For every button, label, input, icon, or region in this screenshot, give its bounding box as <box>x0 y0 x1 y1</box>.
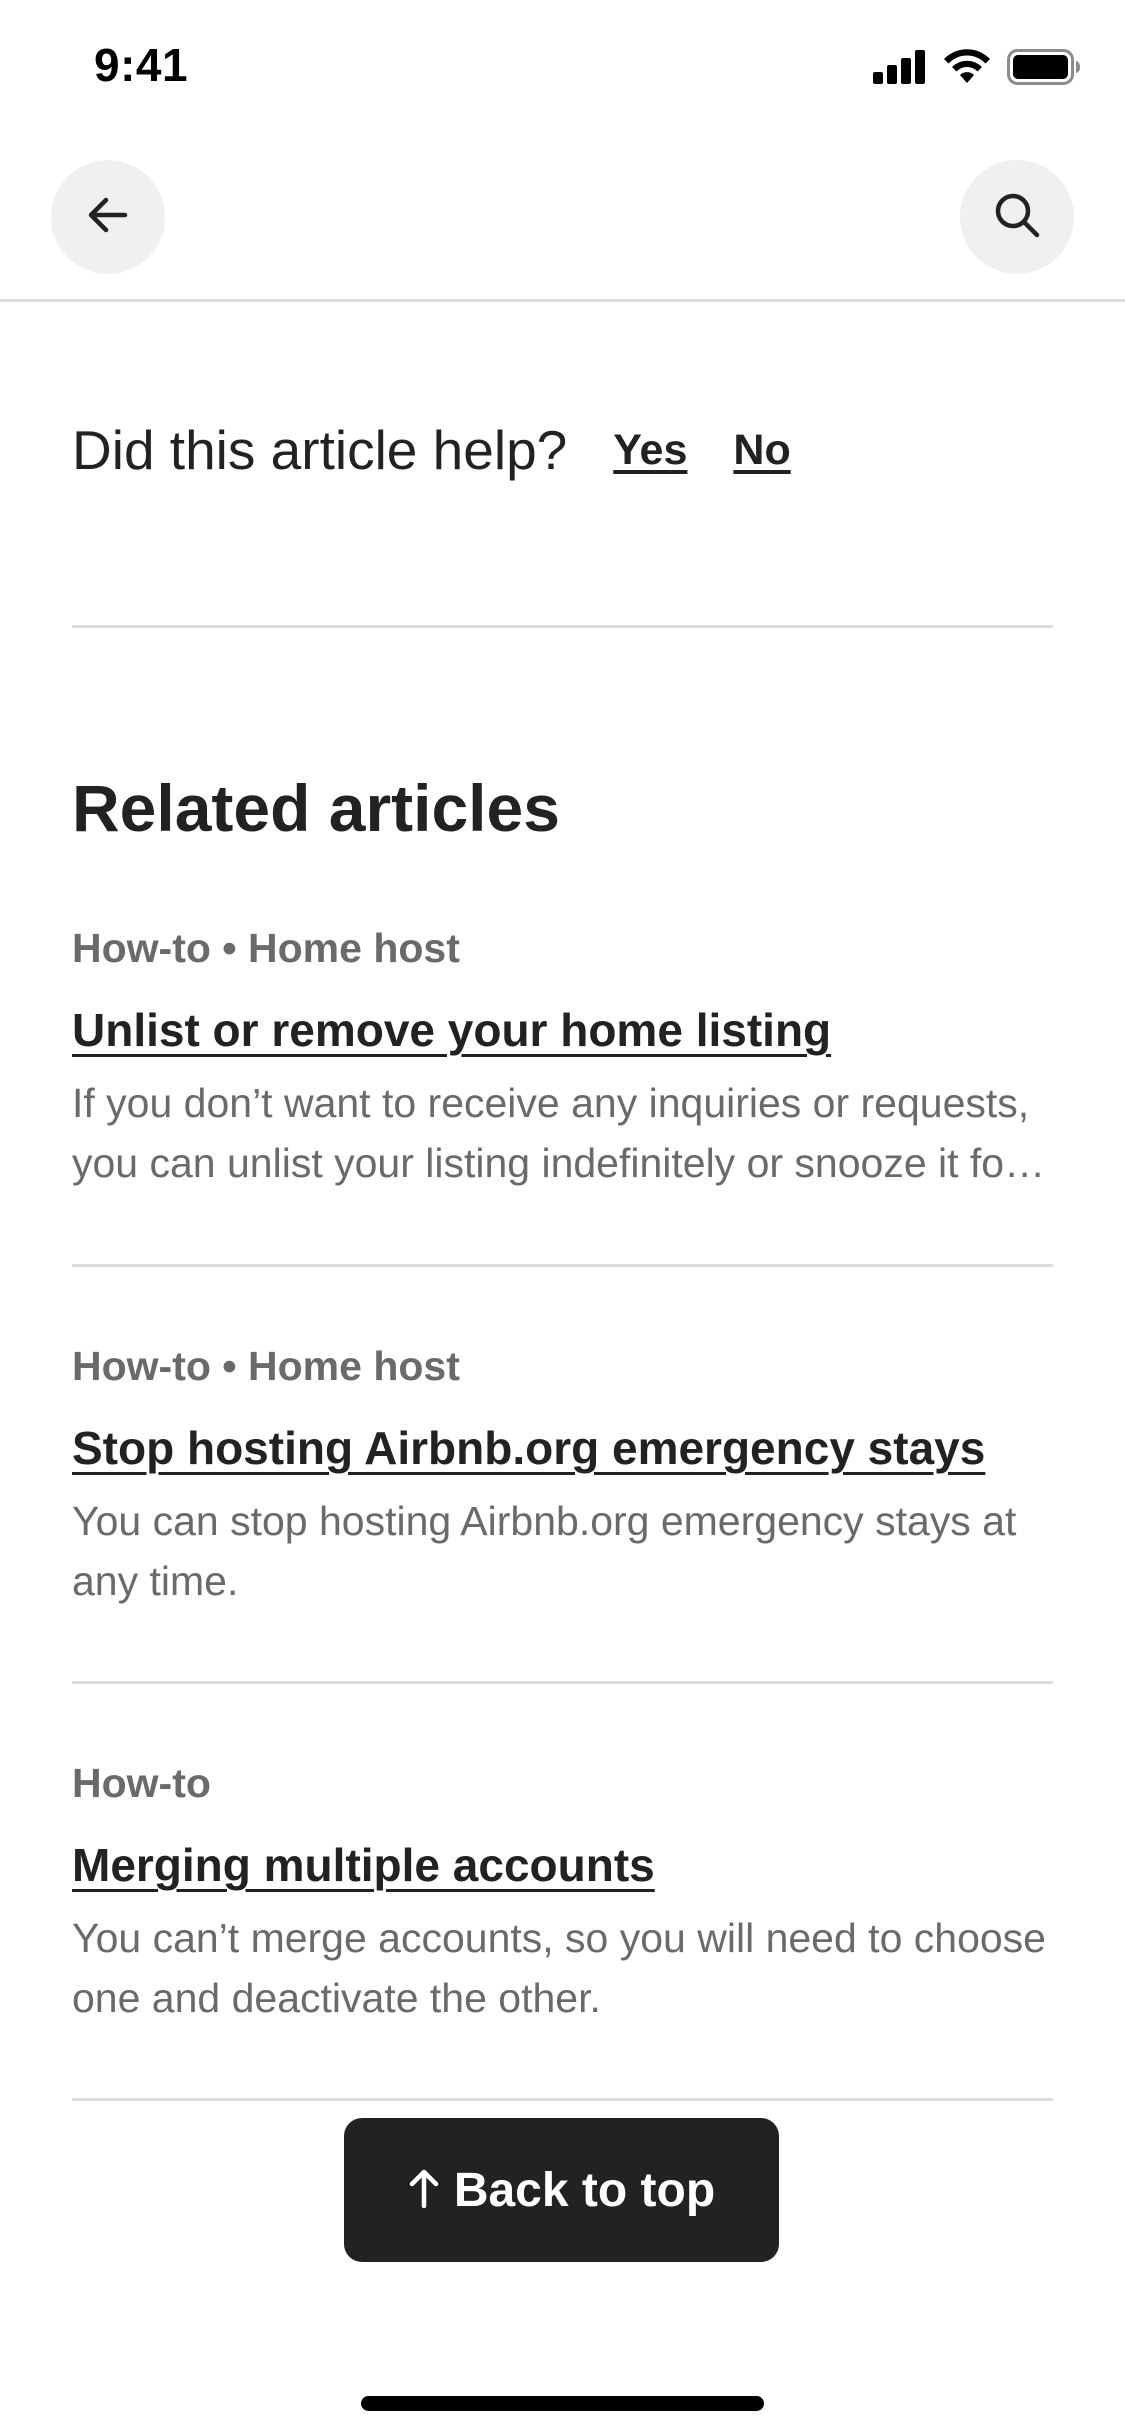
feedback-yes-link[interactable]: Yes <box>613 426 687 475</box>
status-bar: 9:41 <box>0 0 1125 140</box>
article-meta: How-to • Home host <box>72 1343 460 1389</box>
related-article-item: How-to Merging multiple accounts You can… <box>72 1758 1053 2028</box>
search-icon <box>993 191 1041 244</box>
status-time: 9:41 <box>94 39 189 91</box>
divider <box>72 2098 1053 2101</box>
article-description: You can’t merge accounts, so you will ne… <box>72 1915 1046 2021</box>
status-icons <box>873 48 1081 90</box>
search-button[interactable] <box>960 160 1074 274</box>
article-meta: How-to • Home host <box>72 925 460 971</box>
divider <box>72 625 1053 628</box>
feedback-no-link[interactable]: No <box>733 426 790 475</box>
back-button[interactable] <box>51 160 165 274</box>
article-description: You can stop hosting Airbnb.org emergenc… <box>72 1498 1017 1604</box>
home-indicator <box>361 2396 764 2411</box>
article-title-link[interactable]: Stop hosting Airbnb.org emergency stays <box>72 1419 985 1477</box>
article-description: If you don’t want to receive any inquiri… <box>72 1080 1052 1186</box>
article-feedback: Did this article help? Yes No <box>72 410 791 490</box>
back-to-top-button[interactable]: Back to top <box>344 2118 779 2262</box>
related-article-item: How-to • Home host Unlist or remove your… <box>72 923 1053 1193</box>
article-title-link[interactable]: Merging multiple accounts <box>72 1836 655 1894</box>
back-to-top-label: Back to top <box>453 2163 716 2217</box>
divider <box>72 1681 1053 1684</box>
related-articles-title: Related articles <box>72 771 560 845</box>
battery-icon <box>1007 48 1081 90</box>
related-article-item: How-to • Home host Stop hosting Airbnb.o… <box>72 1341 1053 1611</box>
article-meta: How-to <box>72 1760 211 1806</box>
article-title-link[interactable]: Unlist or remove your home listing <box>72 1001 831 1059</box>
arrow-left-icon <box>85 192 131 243</box>
cellular-signal-icon <box>873 49 927 89</box>
top-nav-bar <box>0 140 1125 302</box>
feedback-question: Did this article help? <box>72 419 568 481</box>
arrow-up-icon <box>408 2168 440 2213</box>
screen: 9:41 Did this article help? Yes No Relat… <box>0 0 1125 2436</box>
wifi-icon <box>943 48 991 90</box>
divider <box>72 1264 1053 1267</box>
